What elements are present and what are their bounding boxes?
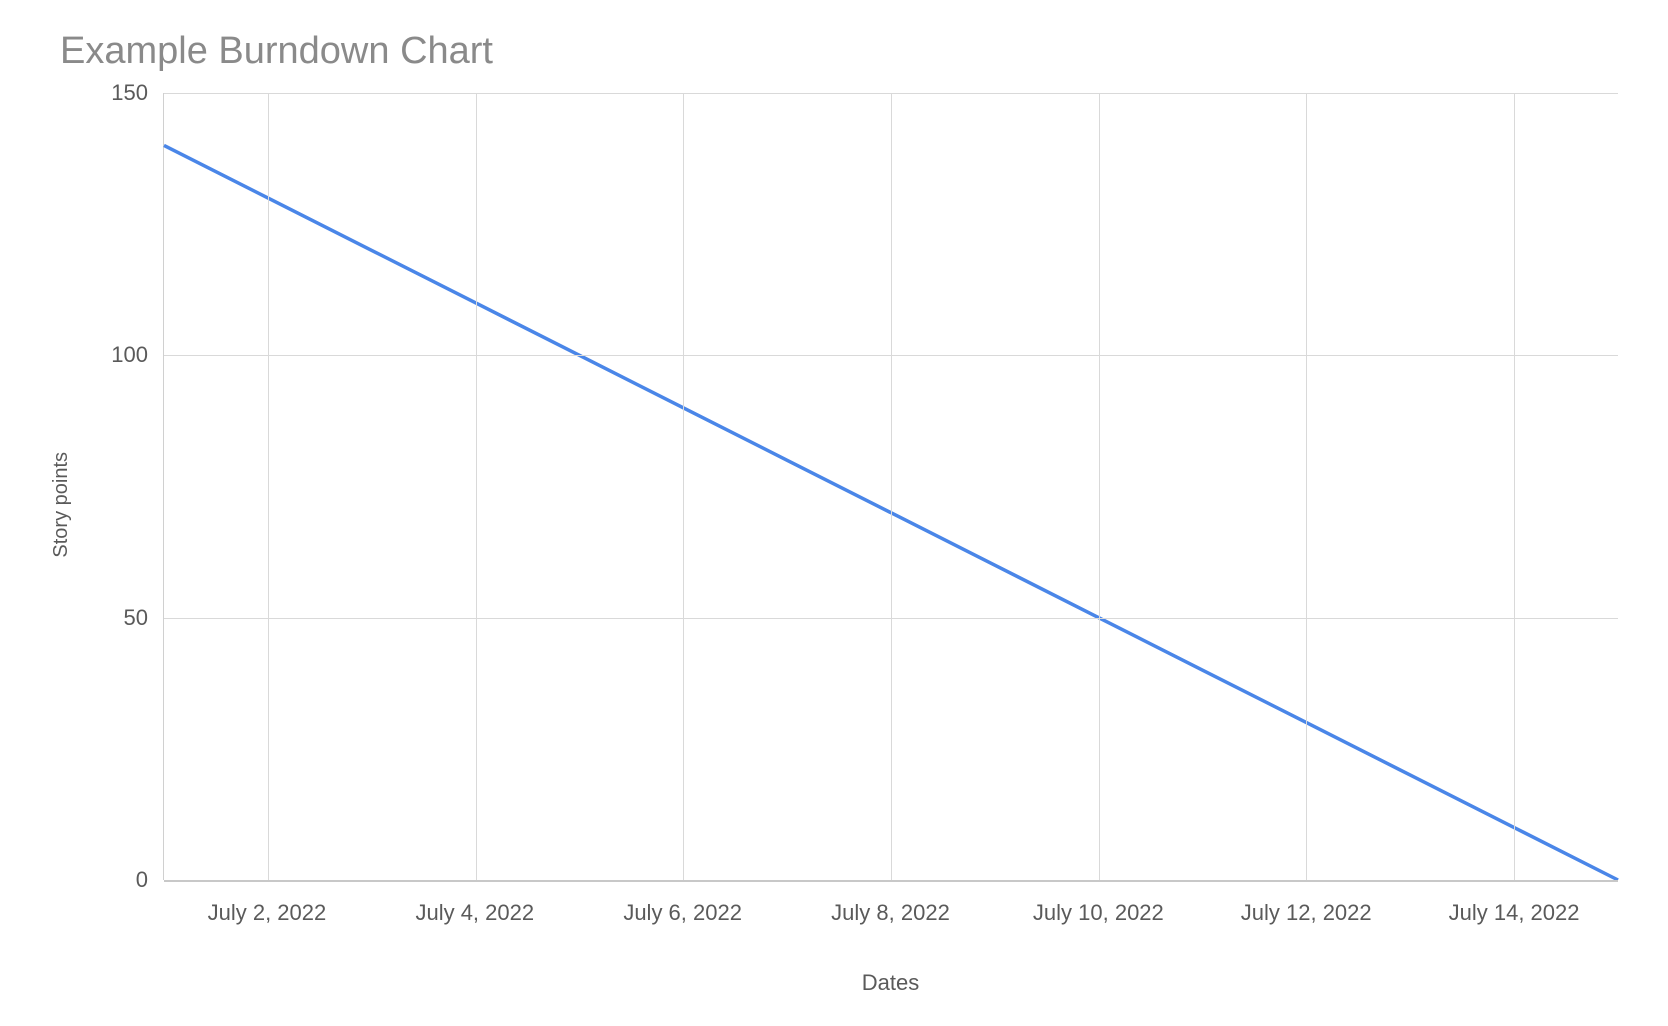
x-tick-label: July 2, 2022 — [208, 900, 327, 926]
gridline-v — [1306, 93, 1307, 880]
plot-wrapper: 150100500 July 2, 2022 July 4, 2022 July 6… — [83, 93, 1618, 996]
gridline-v — [1514, 93, 1515, 880]
x-tick-label: July 12, 2022 — [1241, 900, 1372, 926]
x-tick-label: July 4, 2022 — [415, 900, 534, 926]
gridline-v — [1099, 93, 1100, 880]
gridline-v — [268, 93, 269, 880]
plot-box — [163, 93, 1618, 880]
gridline-v — [891, 93, 892, 880]
x-axis-label: Dates — [163, 970, 1618, 996]
x-tick-label: July 8, 2022 — [831, 900, 950, 926]
chart-title: Example Burndown Chart — [60, 30, 1618, 73]
gridline-v — [476, 93, 477, 880]
gridline-v — [683, 93, 684, 880]
chart-area: Story points 150100500 July 2, 2022July … — [50, 93, 1618, 996]
burndown-chart: Example Burndown Chart Story points 1501… — [50, 30, 1618, 996]
y-axis-label: Story points — [50, 452, 73, 558]
x-axis-ticks: July 2, 2022 July 4, 2022 July 6, 2022 July… — [163, 900, 1618, 930]
x-tick-label: July 10, 2022 — [1033, 900, 1164, 926]
x-tick-label: July 14, 2022 — [1449, 900, 1580, 926]
x-tick-label: July 6, 2022 — [623, 900, 742, 926]
gridline-h — [164, 880, 1618, 882]
y-axis-ticks: 150100500 — [83, 93, 163, 880]
